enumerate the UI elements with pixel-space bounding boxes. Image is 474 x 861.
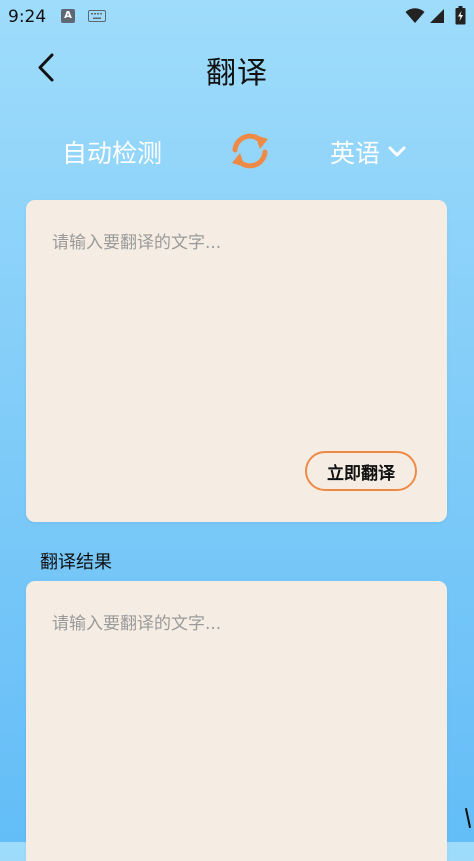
wifi-icon [405,8,425,23]
a-notification-icon: A [61,9,75,23]
source-language-button[interactable]: 自动检测 [52,134,172,170]
result-text-output[interactable] [52,609,422,819]
swap-languages-button[interactable] [228,130,272,172]
status-bar: 9:24 A [0,0,474,34]
page-title: 翻译 [206,56,268,91]
chevron-down-icon [388,146,406,157]
target-language-dropdown[interactable]: 英语 [330,134,408,170]
cell-signal-icon [430,9,444,23]
source-text-panel: 立即翻译 [26,200,447,522]
status-time: 9:24 [8,7,47,27]
result-section-label: 翻译结果 [40,552,112,573]
battery-icon [455,6,466,25]
source-text-input[interactable] [52,228,422,438]
keyboard-icon [88,10,106,22]
scroll-edge-indicator [464,808,472,828]
translate-now-button[interactable]: 立即翻译 [305,451,417,491]
swap-arrows-icon [232,133,268,169]
result-text-panel [26,581,447,861]
target-language-label: 英语 [330,139,381,168]
